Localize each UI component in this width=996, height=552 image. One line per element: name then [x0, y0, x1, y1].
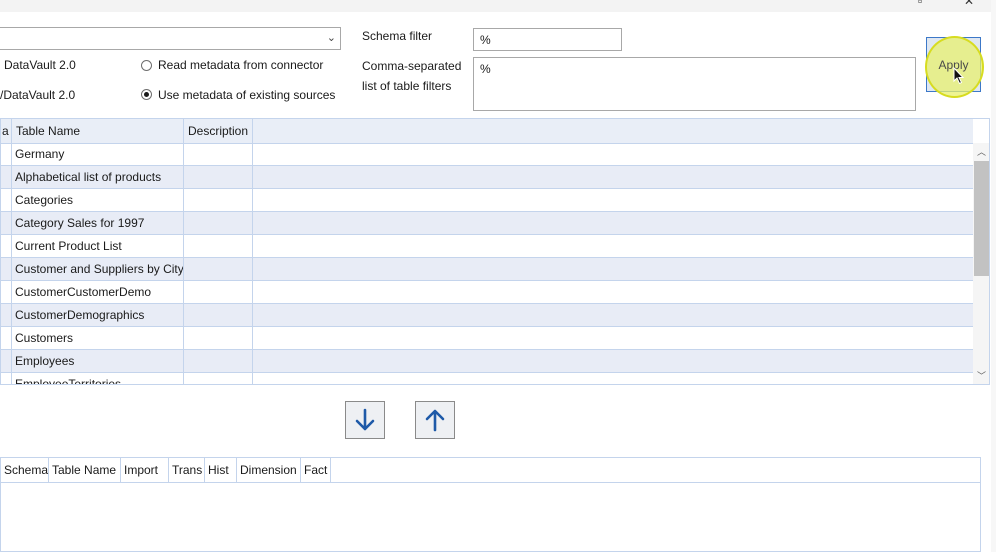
table-row[interactable]: Current Product List — [1, 235, 973, 258]
description-cell[interactable] — [184, 373, 253, 384]
move-down-button[interactable] — [345, 401, 385, 439]
table-row[interactable]: Categories — [1, 189, 973, 212]
template-label-2: /DataVault 2.0 — [0, 88, 76, 102]
target-tables-grid[interactable]: Schema Table Name Import Trans Hist Dime… — [0, 457, 981, 552]
connection-combobox[interactable]: ⌄ — [0, 27, 341, 50]
description-cell[interactable] — [184, 212, 253, 234]
schema-filter-label: Schema filter — [362, 29, 433, 43]
schema-filter-input[interactable]: % — [473, 28, 622, 51]
window-titlebar: ▫ ✕ — [0, 0, 996, 12]
table-row[interactable]: Customer and Suppliers by City — [1, 258, 973, 281]
target-grid-header: Schema Table Name Import Trans Hist Dime… — [1, 458, 980, 483]
table-name-cell[interactable]: EmployeeTerritories — [1, 373, 184, 384]
chevron-down-icon: ⌄ — [326, 32, 336, 44]
table-row[interactable]: Employees — [1, 350, 973, 373]
radio-use-existing[interactable] — [141, 89, 152, 100]
arrow-up-icon — [425, 409, 445, 432]
mouse-cursor-icon — [953, 67, 965, 85]
table-name-cell[interactable]: CustomerDemographics — [1, 304, 184, 326]
table-row[interactable]: EmployeeTerritories — [1, 373, 973, 384]
column-header-table-name[interactable]: Table Name — [12, 119, 184, 143]
table-row[interactable]: Alphabetical list of products — [1, 166, 973, 189]
source-tables-grid[interactable]: a Table Name Description Germany Alphabet… — [0, 118, 990, 385]
table-filters-input[interactable]: % — [473, 57, 916, 111]
radio-use-existing-label[interactable]: Use metadata of existing sources — [158, 88, 335, 102]
table-row[interactable]: Germany — [1, 143, 973, 166]
column-header-table-name[interactable]: Table Name — [49, 458, 121, 482]
maximize-icon[interactable]: ▫ — [918, 0, 922, 8]
source-grid-scrollbar[interactable]: ︿ ﹀ — [973, 143, 989, 384]
source-grid-header: a Table Name Description — [1, 119, 973, 144]
description-cell[interactable] — [184, 350, 253, 372]
scroll-up-icon[interactable]: ︿ — [977, 145, 986, 158]
table-row[interactable]: Category Sales for 1997 — [1, 212, 973, 235]
description-cell[interactable] — [184, 258, 253, 280]
table-name-cell[interactable]: Customers — [1, 327, 184, 349]
scrollbar-thumb[interactable] — [974, 161, 989, 276]
window-edge — [991, 0, 996, 552]
table-name-cell[interactable]: CustomerCustomerDemo — [1, 281, 184, 303]
table-row[interactable]: Customers — [1, 327, 973, 350]
radio-read-connector[interactable] — [141, 60, 152, 71]
arrow-down-icon — [355, 408, 375, 431]
column-header-description[interactable]: Description — [184, 119, 253, 143]
radio-read-connector-label[interactable]: Read metadata from connector — [158, 58, 323, 72]
table-row[interactable]: CustomerDemographics — [1, 304, 973, 327]
description-cell[interactable] — [184, 281, 253, 303]
table-row[interactable]: CustomerCustomerDemo — [1, 281, 973, 304]
table-filters-label-2: list of table filters — [362, 79, 452, 93]
table-filters-label-1: Comma-separated — [362, 59, 462, 73]
column-header-fact[interactable]: Fact — [301, 458, 331, 482]
column-header-hist[interactable]: Hist — [205, 458, 237, 482]
move-up-button[interactable] — [415, 401, 455, 439]
table-name-cell[interactable]: Customer and Suppliers by City — [1, 258, 184, 280]
description-cell[interactable] — [184, 166, 253, 188]
description-cell[interactable] — [184, 189, 253, 211]
close-icon[interactable]: ✕ — [964, 0, 974, 8]
table-name-cell[interactable]: Alphabetical list of products — [1, 166, 184, 188]
table-name-cell[interactable]: Category Sales for 1997 — [1, 212, 184, 234]
scroll-down-icon[interactable]: ﹀ — [977, 369, 986, 382]
column-header-trans[interactable]: Trans — [169, 458, 205, 482]
table-name-cell[interactable]: Germany — [1, 143, 184, 165]
column-header-schema[interactable]: a — [1, 119, 12, 143]
column-header-dimension[interactable]: Dimension — [237, 458, 301, 482]
column-header-import[interactable]: Import — [121, 458, 169, 482]
description-cell[interactable] — [184, 327, 253, 349]
table-name-cell[interactable]: Current Product List — [1, 235, 184, 257]
description-cell[interactable] — [184, 304, 253, 326]
column-header-schema[interactable]: Schema — [1, 458, 49, 482]
table-name-cell[interactable]: Categories — [1, 189, 184, 211]
table-name-cell[interactable]: Employees — [1, 350, 184, 372]
template-label-1: DataVault 2.0 — [4, 58, 76, 72]
description-cell[interactable] — [184, 143, 253, 165]
description-cell[interactable] — [184, 235, 253, 257]
